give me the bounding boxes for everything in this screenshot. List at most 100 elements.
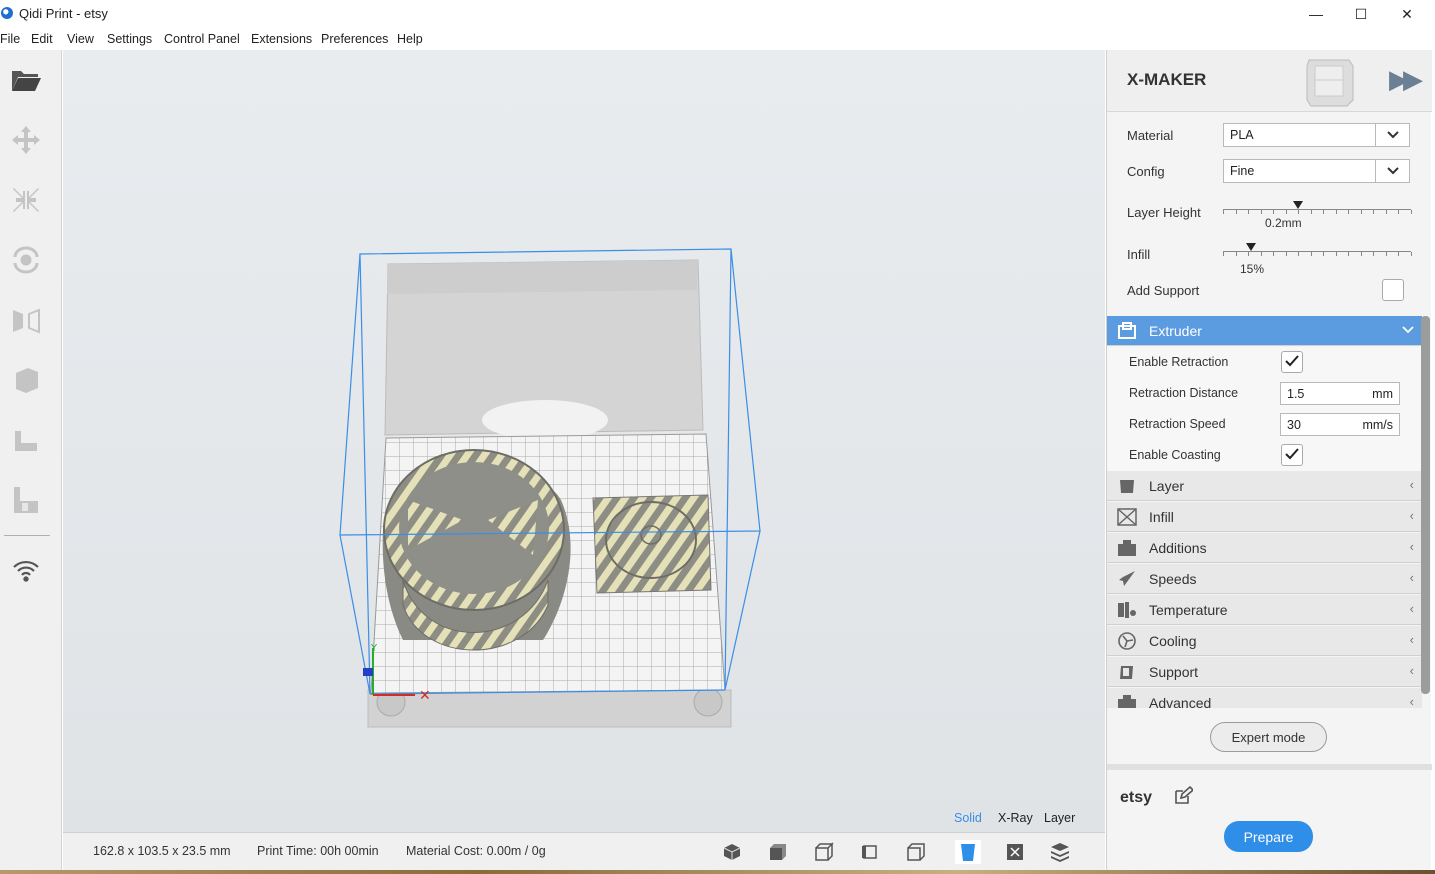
section-title: Temperature [1149, 602, 1228, 618]
slider-handle[interactable] [1246, 243, 1256, 251]
support-icon [1117, 663, 1137, 681]
support-blocker-icon[interactable] [8, 422, 44, 458]
close-button[interactable]: ✕ [1384, 0, 1430, 28]
section-support[interactable]: Support ‹ [1107, 657, 1422, 687]
section-temperature[interactable]: Temperature ‹ [1107, 595, 1422, 625]
slider-tick [1248, 210, 1249, 214]
retraction-distance-row: Retraction Distance 1.5 mm [1107, 378, 1422, 409]
enable-retraction-checkbox[interactable] [1281, 351, 1303, 373]
slider-handle[interactable] [1293, 201, 1303, 209]
prepare-button[interactable]: Prepare [1224, 821, 1313, 852]
slider-tick [1373, 252, 1374, 256]
retraction-speed-input[interactable]: 30 mm/s [1280, 413, 1400, 436]
printer-icon[interactable] [1303, 52, 1357, 108]
material-cost: Material Cost: 0.00m / 0g [406, 844, 546, 858]
slider-tick [1411, 210, 1412, 214]
menu-view[interactable]: View [67, 32, 94, 46]
menu-extensions[interactable]: Extensions [251, 32, 312, 46]
chevron-down-icon [1375, 124, 1409, 146]
slider-tick [1336, 252, 1337, 256]
temperature-icon [1117, 601, 1137, 619]
section-cooling[interactable]: Cooling ‹ [1107, 626, 1422, 656]
wifi-icon[interactable] [8, 553, 44, 589]
section-title: Support [1149, 664, 1199, 680]
3d-view-icon[interactable] [719, 840, 745, 864]
app-icon [1, 7, 13, 19]
material-value: PLA [1230, 128, 1254, 142]
material-select[interactable]: PLA [1223, 123, 1410, 147]
slider-tick [1386, 210, 1387, 214]
checkmark-icon [1285, 354, 1299, 370]
slider-tick [1298, 252, 1299, 256]
view-mode-xray[interactable]: X-Ray [998, 811, 1033, 825]
xray-view-icon[interactable] [1002, 840, 1028, 864]
slider-tick [1311, 210, 1312, 214]
open-folder-icon[interactable] [8, 62, 44, 98]
mirror-icon[interactable] [8, 302, 44, 338]
menu-help[interactable]: Help [397, 32, 423, 46]
slider-tick [1223, 210, 1224, 214]
section-speeds[interactable]: Speeds ‹ [1107, 564, 1422, 594]
top-view-icon[interactable] [811, 840, 837, 864]
layer-view-icon[interactable] [1047, 840, 1073, 864]
retraction-distance-value: 1.5 [1287, 387, 1305, 401]
rotate-icon[interactable] [8, 242, 44, 278]
infill-value: 15% [1240, 262, 1265, 276]
left-view-icon[interactable] [857, 840, 883, 864]
add-support-label: Add Support [1127, 283, 1200, 298]
layer-height-value: 0.2mm [1265, 216, 1302, 230]
per-model-settings-icon[interactable] [8, 362, 44, 398]
slider-tick [1236, 252, 1237, 256]
menu-bar: File Edit View Settings Control Panel Ex… [0, 28, 1435, 50]
menu-edit[interactable]: Edit [31, 32, 53, 46]
view-mode-solid[interactable]: Solid [954, 811, 982, 825]
view-mode-layer[interactable]: Layer [1044, 811, 1075, 825]
expert-mode-button[interactable]: Expert mode [1210, 722, 1327, 752]
enable-coasting-row: Enable Coasting [1107, 440, 1422, 471]
front-view-icon[interactable] [765, 840, 791, 864]
right-view-icon[interactable] [903, 840, 929, 864]
maximize-button[interactable]: ☐ [1338, 0, 1384, 28]
section-layer[interactable]: Layer ‹ [1107, 471, 1422, 501]
slider-tick [1236, 210, 1237, 214]
menu-control-panel[interactable]: Control Panel [164, 32, 240, 46]
chevron-left-icon: ‹ [1409, 663, 1414, 678]
left-toolbar [0, 50, 62, 874]
layer-height-slider[interactable] [1223, 201, 1412, 216]
section-title: Layer [1149, 478, 1185, 494]
build-plate-scene[interactable]: ✕ Y [63, 50, 1105, 832]
section-title: Extruder [1149, 323, 1202, 339]
enable-retraction-row: Enable Retraction [1107, 347, 1422, 378]
menu-settings[interactable]: Settings [107, 32, 152, 46]
checkmark-icon [1285, 447, 1299, 463]
edit-icon[interactable] [1173, 785, 1195, 809]
project-name: etsy [1120, 789, 1153, 806]
infill-slider[interactable] [1223, 243, 1412, 258]
chevron-left-icon: ‹ [1409, 508, 1414, 523]
add-support-checkbox[interactable] [1382, 279, 1404, 301]
infill-icon [1117, 508, 1137, 526]
scale-icon[interactable] [8, 182, 44, 218]
section-extruder[interactable]: Extruder [1107, 316, 1422, 346]
slider-tick [1323, 210, 1324, 214]
3d-viewport[interactable]: ✕ Y Solid X-Ray Layer [63, 50, 1105, 832]
slider-tick [1298, 210, 1299, 214]
collapse-panel-icon[interactable]: ▶▶ [1389, 64, 1423, 95]
menu-preferences[interactable]: Preferences [321, 32, 388, 46]
section-infill[interactable]: Infill ‹ [1107, 502, 1422, 532]
retraction-speed-value: 30 [1287, 418, 1301, 432]
svg-text:Y: Y [370, 643, 378, 654]
settings-scrollbar[interactable] [1421, 316, 1430, 694]
toolbar-divider [4, 535, 50, 536]
status-bar: 162.8 x 103.5 x 23.5 mm Print Time: 00h … [63, 832, 1105, 870]
config-select[interactable]: Fine [1223, 159, 1410, 183]
section-advanced[interactable]: Advanced ‹ [1107, 688, 1422, 708]
enable-coasting-checkbox[interactable] [1281, 444, 1303, 466]
menu-file[interactable]: File [0, 32, 20, 46]
section-additions[interactable]: Additions ‹ [1107, 533, 1422, 563]
minimize-button[interactable]: — [1293, 0, 1339, 28]
retraction-distance-input[interactable]: 1.5 mm [1280, 382, 1400, 405]
move-icon[interactable] [8, 122, 44, 158]
support-blocker-2-icon[interactable] [8, 482, 44, 518]
solid-view-icon[interactable] [955, 840, 981, 864]
